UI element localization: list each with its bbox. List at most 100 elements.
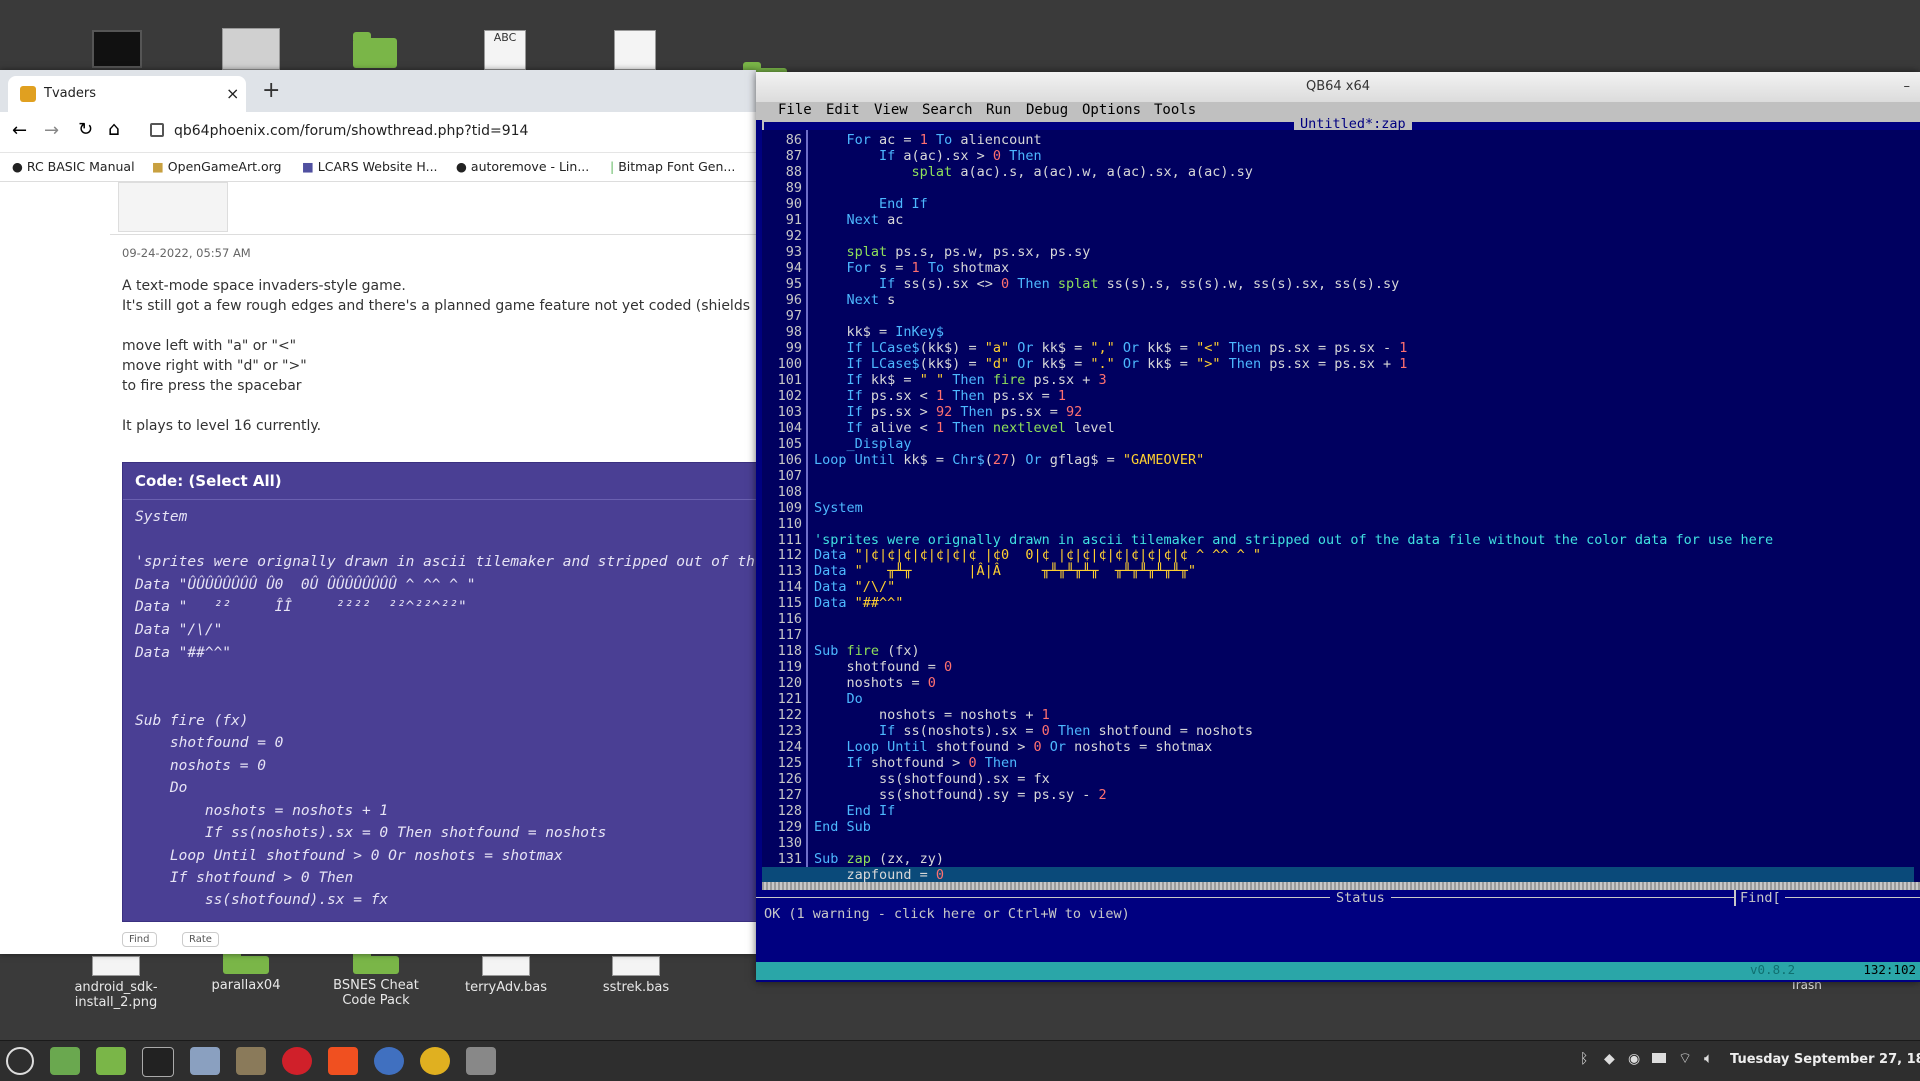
code-line[interactable]: If ps.sx > 92 Then ps.sx = 92 [814, 404, 1083, 420]
code-line[interactable]: End If [814, 803, 896, 819]
status-message[interactable]: OK (1 warning - click here or Ctrl+W to … [764, 906, 1130, 922]
code-line[interactable]: End Sub [814, 819, 871, 835]
url-field[interactable]: qb64phoenix.com/forum/showthread.php?tid… [174, 123, 528, 139]
app-launcher-icon[interactable] [190, 1047, 220, 1075]
code-line[interactable]: If shotfound > 0 Then [814, 755, 1018, 771]
show-desktop-icon[interactable] [50, 1047, 80, 1075]
code-editor[interactable]: 86 87 88 89 90 91 92 93 94 95 96 97 98 99 100 101 102 103… [762, 130, 1920, 882]
menu-debug[interactable]: Debug [1026, 102, 1068, 118]
desktop-icon-bsnes[interactable]: BSNES Cheat Code Pack [316, 950, 436, 1008]
code-line[interactable]: For ac = 1 To aliencount [814, 132, 1042, 148]
code-line[interactable]: If LCase$(kk$) = "a" Or kk$ = "," Or kk$… [814, 340, 1408, 356]
code-line[interactable]: Loop Until kk$ = Chr$(27) Or gflag$ = "G… [814, 452, 1204, 468]
folder-icon[interactable] [353, 32, 397, 68]
qb64-taskbar-icon[interactable] [466, 1047, 496, 1075]
menu-file[interactable]: File [778, 102, 812, 118]
reload-icon[interactable]: ↻ [78, 119, 93, 140]
code-line[interactable]: noshots = 0 [814, 675, 936, 691]
binary-file-icon[interactable] [614, 30, 656, 70]
code-line[interactable]: End If [814, 196, 928, 212]
code-line[interactable]: System [814, 500, 863, 516]
code-line[interactable]: noshots = noshots + 1 [814, 707, 1050, 723]
code-line[interactable]: ss(shotfound).sy = ps.sy - 2 [814, 787, 1107, 803]
minimize-icon[interactable]: – [1904, 72, 1911, 102]
menu-view[interactable]: View [874, 102, 908, 118]
code-line[interactable]: If ss(noshots).sx = 0 Then shotfound = n… [814, 723, 1253, 739]
menu-search[interactable]: Search [922, 102, 973, 118]
code-line[interactable]: shotfound = 0 [814, 659, 953, 675]
menu-run[interactable]: Run [986, 102, 1011, 118]
menu-options[interactable]: Options [1082, 102, 1141, 118]
gimp-icon[interactable] [236, 1047, 266, 1075]
clock[interactable]: Tuesday September 27, 18:47 [1730, 1052, 1920, 1067]
code-token: shotfound > [927, 739, 1034, 756]
line-number: 131 [777, 851, 802, 868]
files-icon[interactable] [96, 1047, 126, 1075]
code-line[interactable]: _Display [814, 436, 912, 452]
shield-icon[interactable]: ◆ [1604, 1051, 1615, 1067]
bookmark-opengameart[interactable]: ■ OpenGameArt.org [152, 159, 281, 174]
desktop-icon-android-sdk[interactable]: android_sdk- install_2.png [56, 956, 176, 1010]
brave-icon[interactable] [328, 1047, 358, 1075]
opera-icon[interactable] [282, 1047, 312, 1075]
code-line[interactable]: Data " ╥╨╥ |Â|Â ╥╨╥╨╥╨╥ ╥╨╥╨╥╨╥╨╥" [814, 563, 1196, 579]
mint-menu-icon[interactable] [6, 1047, 34, 1075]
back-icon[interactable]: ← [12, 120, 27, 141]
code-line[interactable]: If ss(s).sx <> 0 Then splat ss(s).s, ss(… [814, 276, 1399, 292]
browser-tab[interactable]: Tvaders × [8, 76, 246, 112]
update-icon[interactable]: ◉ [1628, 1051, 1640, 1067]
find-field[interactable]: Find[ [1734, 890, 1785, 906]
code-line[interactable]: If LCase$(kk$) = "d" Or kk$ = "." Or kk$… [814, 356, 1408, 372]
firefox-icon[interactable] [374, 1047, 404, 1075]
code-line[interactable]: kk$ = InKey$ [814, 324, 945, 340]
home-icon[interactable]: ⌂ [108, 118, 120, 140]
forward-icon[interactable]: → [44, 120, 59, 141]
close-tab-icon[interactable]: × [226, 84, 239, 103]
find-button[interactable]: Find [122, 932, 157, 947]
monitor-icon[interactable] [92, 30, 142, 68]
code-line[interactable]: If ps.sx < 1 Then ps.sx = 1 [814, 388, 1067, 404]
code-line[interactable]: If kk$ = " " Then fire ps.sx + 3 [814, 372, 1107, 388]
code-line[interactable]: Do [814, 691, 863, 707]
code-line[interactable]: Sub zap (zx, zy) [814, 851, 944, 867]
bookmark-bitmap-font[interactable]: | Bitmap Font Gen... [610, 159, 735, 174]
code-line[interactable]: 'sprites were orignally drawn in ascii t… [814, 532, 1773, 548]
bookmark-autoremove[interactable]: ● autoremove - Lin... [456, 159, 589, 174]
code-line[interactable]: Loop Until shotfound > 0 Or noshots = sh… [814, 739, 1213, 756]
bluetooth-icon[interactable]: ᛒ [1580, 1051, 1588, 1067]
code-line[interactable]: Sub fire (fx) [814, 643, 920, 659]
document-icon[interactable] [222, 28, 280, 70]
network-icon[interactable]: ⌔ [1678, 1049, 1692, 1068]
bookmark-lcars[interactable]: ■ LCARS Website H... [302, 159, 438, 174]
horizontal-scrollbar[interactable] [762, 882, 1920, 890]
code-header[interactable]: Code: (Select All) [123, 463, 756, 500]
code-token: splat [1057, 275, 1099, 292]
menu-edit[interactable]: Edit [826, 102, 860, 118]
desktop-icon-sstrek[interactable]: sstrek.bas [576, 956, 696, 995]
rate-button[interactable]: Rate [182, 932, 219, 947]
code-line[interactable]: Data "/\/" [814, 579, 895, 595]
code-line[interactable]: Next ac [814, 211, 904, 228]
bookmark-rc-basic[interactable]: ● RC BASIC Manual [12, 159, 135, 174]
terminal-icon[interactable] [142, 1047, 174, 1077]
code-line[interactable]: If a(ac).sx > 0 Then [814, 148, 1042, 164]
code-line[interactable]: Data "##^^" [814, 595, 903, 611]
code-line[interactable]: If alive < 1 Then nextlevel level [814, 420, 1115, 436]
code-line[interactable]: Next s [814, 292, 896, 308]
menu-tools[interactable]: Tools [1154, 102, 1196, 118]
code-line[interactable]: ss(shotfound).sx = fx [814, 771, 1050, 787]
display-icon[interactable] [1652, 1053, 1666, 1063]
desktop-icon-terryadv[interactable]: terryAdv.bas [446, 956, 566, 995]
text-file-icon[interactable]: ABC [484, 30, 526, 70]
desktop-icon-parallax04[interactable]: parallax04 [186, 950, 306, 993]
code-line[interactable]: splat a(ac).s, a(ac).w, a(ac).sx, a(ac).… [814, 164, 1253, 180]
code-line[interactable]: For s = 1 To shotmax [814, 260, 1010, 276]
code-line[interactable]: splat ps.s, ps.w, ps.sx, ps.sy [814, 244, 1091, 260]
chrome-icon[interactable] [420, 1047, 450, 1075]
volume-icon[interactable]: 🔈︎ [1704, 1049, 1713, 1067]
code-token: Next [846, 211, 880, 228]
code-line[interactable]: zapfound = 0 [762, 867, 1914, 882]
code-token: Data [814, 547, 855, 564]
code-line[interactable]: Data "|¢|¢|¢|¢|¢|¢|¢ |¢0 0|¢ |¢|¢|¢|¢|¢|… [814, 547, 1261, 563]
new-tab-icon[interactable]: + [262, 78, 280, 103]
